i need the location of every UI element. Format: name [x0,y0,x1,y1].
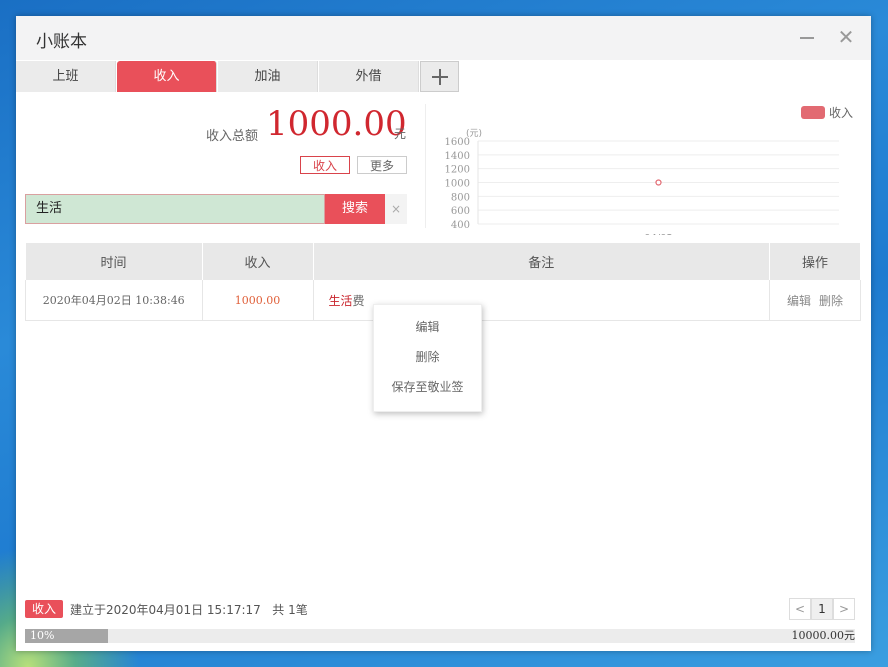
record-count: 共 1笔 [272,603,308,617]
budget-progress: 10% 10000.00元 [25,629,855,643]
menu-item-edit[interactable]: 编辑 [374,312,481,342]
header-income: 收入 [202,243,314,280]
app-window: 小账本 ✕ 上班 收入 加油 外借 收入总额 1000.00 元 收入 更多 生… [16,16,871,651]
divider [425,104,426,228]
edit-link[interactable]: 编辑 [787,294,811,308]
title-bar: 小账本 ✕ [16,16,871,60]
note-highlight: 生活 [328,293,353,308]
y-tick-label: 1200 [445,165,470,176]
tab-waijie[interactable]: 外借 [319,61,419,92]
search-button[interactable]: 搜索 [325,194,385,224]
more-button[interactable]: 更多 [357,156,407,174]
y-tick-label: 1600 [445,137,470,148]
menu-item-delete[interactable]: 删除 [374,342,481,372]
summary-unit: 元 [394,127,407,141]
menu-item-save-to-jingyeqian[interactable]: 保存至敬业签 [374,372,481,402]
y-tick-label: 600 [451,206,470,217]
summary-label: 收入总额 [206,129,259,144]
minimize-icon[interactable] [800,37,814,39]
add-tab-button[interactable] [420,61,459,92]
type-income-button[interactable]: 收入 [300,156,350,174]
pagination: <1 > [789,598,855,620]
close-icon[interactable]: ✕ [836,27,856,47]
tab-jiayou[interactable]: 加油 [218,61,318,92]
summary-amount: 1000.00 [266,104,407,144]
next-page-button[interactable]: > [833,598,855,620]
row-income: 1000.00 [202,280,314,321]
income-chart: 收入 (元)160014001200100080060040004/02 [436,100,861,244]
y-tick-label: 1400 [445,151,470,162]
window-title: 小账本 [36,32,87,52]
context-menu: 编辑 删除 保存至敬业签 [373,304,482,412]
header-time: 时间 [25,243,203,280]
tab-shangban[interactable]: 上班 [16,61,116,92]
legend-label: 收入 [828,106,853,120]
header-note: 备注 [313,243,770,280]
created-time: 建立于2020年04月01日 15:17:17 [70,603,261,617]
y-tick-label: 800 [451,192,470,203]
y-tick-label: 1000 [445,179,470,190]
budget-total: 10000.00元 [791,629,856,642]
clear-search-icon[interactable]: × [385,194,407,224]
data-point [655,179,662,186]
delete-link[interactable]: 删除 [819,294,843,308]
search-bar: 生活 搜索 × [25,194,407,224]
tab-bar: 上班 收入 加油 外借 [16,61,871,93]
chart-plot: (元)160014001200100080060040004/02 [445,129,839,244]
tab-income[interactable]: 收入 [117,61,217,92]
prev-page-button[interactable]: < [789,598,811,620]
x-tick-label: 04/02 [644,233,673,235]
y-tick-label: 400 [451,220,470,231]
footer-info: 建立于2020年04月01日 15:17:17 共 1笔 [70,601,308,618]
footer-type-badge: 收入 [25,600,63,618]
progress-percent: 10% [30,629,55,642]
legend-swatch [800,106,825,119]
note-rest: 费 [352,293,365,308]
search-input[interactable]: 生活 [25,194,325,224]
header-actions: 操作 [769,243,861,280]
page-number[interactable]: 1 [811,598,833,620]
row-time: 2020年04月02日 10:38:46 [25,280,203,321]
row-actions: 编辑 删除 [769,280,861,321]
chart-legend[interactable]: 收入 [800,104,853,121]
